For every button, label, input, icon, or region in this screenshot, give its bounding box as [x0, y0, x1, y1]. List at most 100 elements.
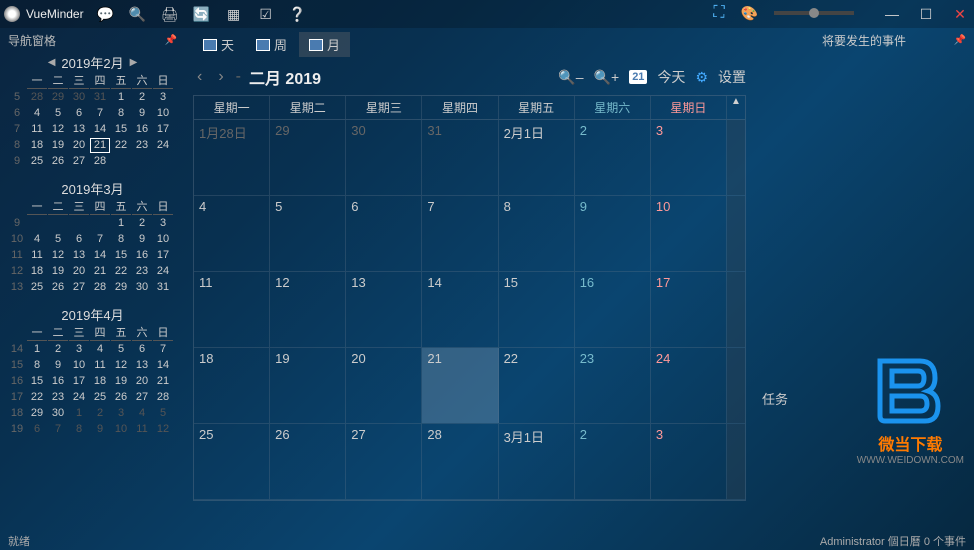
calendar-cell[interactable]: 7 [422, 196, 498, 271]
calendar-cell[interactable]: 16 [575, 272, 651, 347]
checklist-icon[interactable]: ☑ [252, 3, 280, 25]
mini-day[interactable]: 19 [111, 374, 131, 389]
mini-day[interactable]: 13 [69, 122, 89, 137]
scrollbar[interactable] [727, 120, 745, 195]
mini-day[interactable]: 7 [90, 106, 110, 121]
mini-day[interactable]: 20 [69, 138, 89, 153]
calendar-cell[interactable]: 9 [575, 196, 651, 271]
mini-day[interactable] [69, 216, 89, 231]
mini-day[interactable] [27, 216, 47, 231]
mini-day[interactable]: 6 [27, 422, 47, 437]
mini-day[interactable]: 13 [69, 248, 89, 263]
mini-day[interactable]: 22 [111, 138, 131, 153]
mini-day[interactable]: 3 [69, 342, 89, 357]
calendar-cell[interactable]: 10 [651, 196, 727, 271]
mini-day[interactable]: 2 [132, 216, 152, 231]
next-month-button[interactable]: › [214, 66, 227, 88]
speech-icon[interactable]: 💬 [92, 3, 120, 25]
calendar-cell[interactable]: 21 [422, 348, 498, 423]
mini-day[interactable]: 26 [111, 390, 131, 405]
mini-day[interactable]: 9 [90, 422, 110, 437]
mini-day[interactable]: 31 [90, 90, 110, 105]
mini-day[interactable]: 2 [132, 90, 152, 105]
scrollbar[interactable] [727, 424, 745, 499]
mini-day[interactable]: 7 [48, 422, 68, 437]
calendar-cell[interactable]: 20 [346, 348, 422, 423]
mini-day[interactable]: 12 [48, 248, 68, 263]
mini-day[interactable]: 7 [153, 342, 173, 357]
calendar-cell[interactable]: 2月1日 [499, 120, 575, 195]
mini-day[interactable]: 20 [132, 374, 152, 389]
mini-day[interactable]: 23 [132, 264, 152, 279]
mini-day[interactable]: 6 [69, 106, 89, 121]
calendar-cell[interactable]: 5 [270, 196, 346, 271]
print-icon[interactable]: 🖨 [156, 3, 184, 25]
mini-day[interactable]: 16 [132, 122, 152, 137]
zoom-in-icon[interactable]: 🔍+ [594, 69, 620, 86]
mini-day[interactable]: 26 [48, 280, 68, 295]
mini-day[interactable]: 10 [111, 422, 131, 437]
mini-day[interactable]: 27 [132, 390, 152, 405]
mini-day[interactable]: 14 [153, 358, 173, 373]
mini-day[interactable]: 25 [90, 390, 110, 405]
mini-day[interactable] [111, 154, 131, 169]
maximize-button[interactable]: ☐ [916, 4, 936, 24]
mini-day[interactable]: 28 [90, 154, 110, 169]
mini-day[interactable]: 3 [153, 216, 173, 231]
calendar-cell[interactable]: 3 [651, 120, 727, 195]
mini-day[interactable]: 4 [27, 106, 47, 121]
calendar-cell[interactable]: 2 [575, 120, 651, 195]
calendar-cell[interactable]: 22 [499, 348, 575, 423]
mini-day[interactable]: 17 [153, 248, 173, 263]
calendar-cell[interactable]: 4 [194, 196, 270, 271]
mini-day[interactable]: 30 [132, 280, 152, 295]
calendar-cell[interactable]: 1月28日 [194, 120, 270, 195]
mini-day[interactable]: 27 [69, 280, 89, 295]
mini-day[interactable]: 19 [48, 264, 68, 279]
calendar-cell[interactable]: 26 [270, 424, 346, 499]
mini-day[interactable]: 11 [90, 358, 110, 373]
mini-day[interactable]: 5 [153, 406, 173, 421]
today-date-badge[interactable]: 21 [629, 70, 647, 84]
mini-day[interactable]: 1 [27, 342, 47, 357]
minimize-button[interactable]: — [882, 4, 902, 24]
calendar-cell[interactable]: 15 [499, 272, 575, 347]
mini-day[interactable]: 9 [132, 232, 152, 247]
mini-day[interactable]: 18 [27, 264, 47, 279]
mini-day[interactable]: 17 [69, 374, 89, 389]
calendar-cell[interactable]: 25 [194, 424, 270, 499]
mini-day[interactable]: 5 [111, 342, 131, 357]
calendar-cell[interactable]: 8 [499, 196, 575, 271]
calendar-cell[interactable]: 23 [575, 348, 651, 423]
mini-day[interactable]: 28 [27, 90, 47, 105]
calendar-cell[interactable]: 3月1日 [499, 424, 575, 499]
mini-day[interactable]: 24 [69, 390, 89, 405]
mini-day[interactable]: 28 [153, 390, 173, 405]
mini-day[interactable] [132, 154, 152, 169]
mini-day[interactable]: 12 [48, 122, 68, 137]
scroll-up-icon[interactable]: ▲ [727, 96, 745, 119]
mini-day[interactable]: 15 [111, 248, 131, 263]
mini-day[interactable]: 7 [90, 232, 110, 247]
mini-day[interactable]: 25 [27, 280, 47, 295]
palette-icon[interactable]: 🎨 [741, 5, 758, 22]
mini-day[interactable]: 1 [69, 406, 89, 421]
mini-day[interactable]: 8 [111, 232, 131, 247]
mini-day[interactable]: 4 [132, 406, 152, 421]
mini-day[interactable]: 5 [48, 106, 68, 121]
mini-day[interactable]: 20 [69, 264, 89, 279]
crop-icon[interactable]: ⛶ [713, 4, 724, 22]
scrollbar[interactable] [727, 196, 745, 271]
calendar-cell[interactable]: 18 [194, 348, 270, 423]
zoom-slider[interactable] [774, 11, 854, 15]
calendar-cell[interactable]: 14 [422, 272, 498, 347]
mini-day[interactable]: 12 [153, 422, 173, 437]
calendar-cell[interactable]: 27 [346, 424, 422, 499]
calendar-cell[interactable]: 12 [270, 272, 346, 347]
mini-day[interactable]: 14 [90, 248, 110, 263]
mini-day[interactable]: 1 [111, 90, 131, 105]
mini-day[interactable]: 29 [48, 90, 68, 105]
mini-day[interactable]: 9 [48, 358, 68, 373]
mini-day[interactable]: 29 [27, 406, 47, 421]
mini-day[interactable]: 24 [153, 138, 173, 153]
